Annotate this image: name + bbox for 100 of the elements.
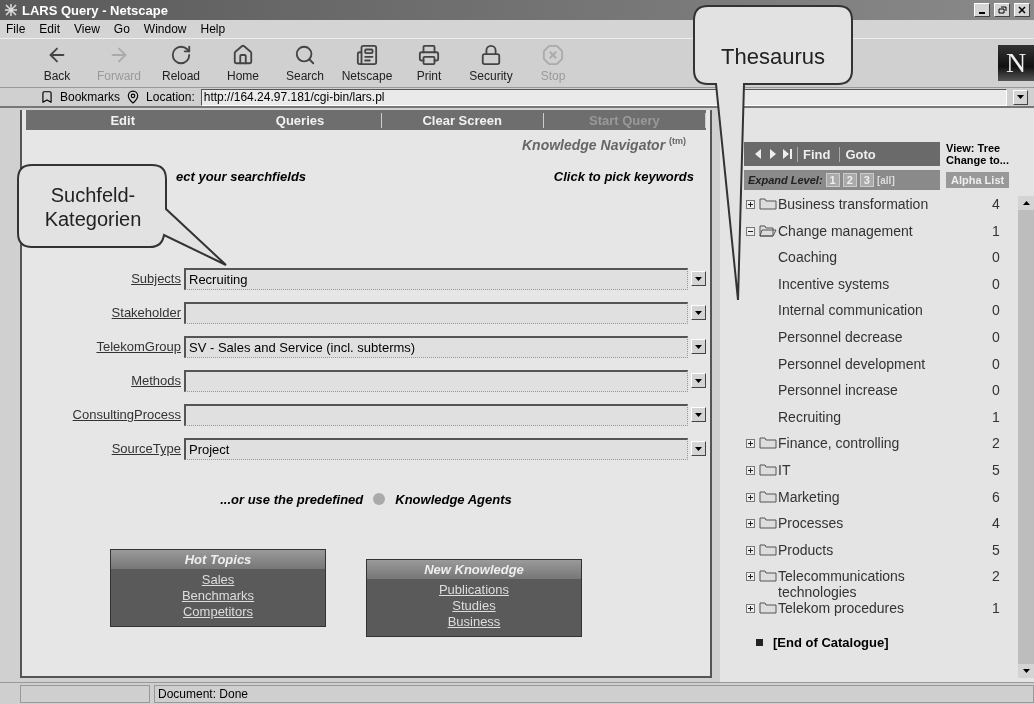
nav-link[interactable]: Goto bbox=[839, 146, 881, 162]
address-field[interactable]: http://164.24.97.181/cgi-bin/lars.pl bbox=[200, 88, 1007, 106]
menu-item[interactable]: File bbox=[6, 22, 26, 36]
home-icon bbox=[232, 43, 254, 66]
close-button[interactable] bbox=[1014, 3, 1030, 17]
thesaurus-term[interactable]: Personnel decrease bbox=[778, 328, 938, 345]
dropdown-button[interactable] bbox=[691, 305, 706, 321]
thesaurus-term[interactable]: Coaching bbox=[778, 249, 938, 266]
menu-item[interactable]: Go bbox=[113, 22, 130, 36]
nav-link[interactable]: Queries bbox=[219, 112, 382, 128]
menu-item[interactable]: Window bbox=[143, 22, 187, 36]
thesaurus-term[interactable]: Internal communication bbox=[778, 302, 938, 319]
menu-item[interactable]: Edit bbox=[39, 22, 61, 36]
item-count: 0 bbox=[992, 302, 1001, 319]
restore-button[interactable] bbox=[994, 3, 1010, 17]
agent-panel-title: Hot Topics bbox=[111, 549, 325, 569]
agent-link[interactable]: Competitors bbox=[182, 603, 254, 620]
dropdown-button[interactable] bbox=[691, 339, 706, 355]
item-count: 1 bbox=[992, 222, 1001, 239]
agent-link[interactable]: Publications bbox=[438, 581, 510, 598]
toolbar-button[interactable]: Home bbox=[216, 43, 270, 83]
agent-link[interactable]: Studies bbox=[452, 597, 496, 614]
nav-link[interactable]: Clear Screen bbox=[381, 112, 544, 128]
change-view-label: Change to... bbox=[946, 154, 1009, 166]
collapse-icon[interactable] bbox=[746, 226, 755, 236]
toolbar-button[interactable]: Netscape bbox=[340, 43, 394, 83]
field-label-link[interactable]: Subjects bbox=[26, 271, 181, 287]
thesaurus-category[interactable]: Telecommunications technologies bbox=[778, 568, 948, 601]
menu-item[interactable]: Help bbox=[200, 22, 226, 36]
expand-icon[interactable] bbox=[746, 200, 755, 209]
toolbar-button[interactable]: Back bbox=[30, 43, 84, 83]
folder-icon bbox=[759, 196, 777, 210]
close-icon bbox=[1018, 6, 1026, 14]
minimize-button[interactable] bbox=[974, 3, 990, 17]
expand-icon[interactable] bbox=[746, 572, 755, 582]
item-count: 0 bbox=[992, 249, 1001, 266]
brand-text: Knowledge Navigator $^{(tm)}$ bbox=[521, 136, 686, 153]
select-field[interactable] bbox=[184, 403, 688, 426]
agent-link[interactable]: Benchmarks bbox=[181, 587, 255, 604]
item-count: 4 bbox=[992, 515, 1001, 532]
thesaurus-category[interactable]: IT bbox=[778, 461, 948, 478]
thesaurus-category[interactable]: Change management bbox=[778, 222, 948, 239]
scroll-up-icon[interactable] bbox=[1022, 201, 1030, 205]
dropdown-button[interactable] bbox=[1013, 89, 1028, 105]
stop-icon bbox=[542, 43, 564, 66]
field-label-link[interactable]: Stakeholder bbox=[26, 305, 181, 321]
nav-link[interactable]: Edit bbox=[26, 112, 220, 128]
thesaurus-term[interactable]: Recruiting bbox=[778, 408, 938, 425]
expand-icon[interactable] bbox=[746, 439, 755, 449]
toolbar-button[interactable]: Reload bbox=[154, 43, 208, 83]
agent-link[interactable]: Business bbox=[447, 613, 501, 630]
nav-link[interactable]: Find bbox=[797, 146, 836, 162]
field-label-link[interactable]: SourceType bbox=[26, 441, 181, 457]
dropdown-button[interactable] bbox=[691, 373, 706, 389]
dropdown-button[interactable] bbox=[691, 441, 706, 457]
caret-icon bbox=[695, 446, 702, 451]
expand-icon[interactable] bbox=[746, 465, 755, 475]
toolbar-button[interactable]: Search bbox=[278, 43, 332, 83]
bookmarks-button[interactable]: Bookmarks bbox=[60, 90, 121, 104]
select-field[interactable]: Recruiting bbox=[184, 267, 688, 290]
thesaurus-term[interactable]: Personnel development bbox=[778, 355, 938, 372]
item-count: 5 bbox=[992, 541, 1001, 558]
folder-icon bbox=[759, 600, 777, 615]
item-count: 0 bbox=[992, 275, 1001, 292]
thesaurus-category[interactable]: Marketing bbox=[778, 488, 948, 505]
thesaurus-term[interactable]: Personnel increase bbox=[778, 382, 938, 399]
toolbar-button[interactable]: Print bbox=[402, 43, 456, 83]
expand-icon[interactable] bbox=[746, 604, 755, 614]
thesaurus-category[interactable]: Telekom procedures bbox=[778, 600, 948, 617]
caret-icon bbox=[695, 412, 702, 417]
next-icon[interactable] bbox=[767, 147, 778, 161]
menu-item[interactable]: View bbox=[74, 22, 100, 36]
thesaurus-term[interactable]: Incentive systems bbox=[778, 275, 938, 292]
expand-icon[interactable] bbox=[746, 492, 755, 502]
bullet-icon bbox=[756, 638, 763, 646]
expand-icon[interactable] bbox=[746, 519, 755, 529]
toolbar-button[interactable]: Security bbox=[464, 43, 518, 83]
folder-icon bbox=[759, 541, 777, 556]
select-field[interactable] bbox=[184, 369, 688, 392]
thesaurus-category[interactable]: Finance, controlling bbox=[778, 435, 948, 452]
select-field[interactable]: SV - Sales and Service (incl. subterms) bbox=[184, 335, 688, 358]
callout-text: Thesaurus bbox=[720, 44, 826, 71]
search-icon bbox=[294, 43, 316, 66]
field-label-link[interactable]: TelekomGroup bbox=[26, 339, 181, 355]
field-label-link[interactable]: ConsultingProcess bbox=[26, 407, 181, 423]
select-field[interactable]: Project bbox=[184, 437, 688, 460]
item-count: 1 bbox=[992, 408, 1001, 425]
last-icon[interactable] bbox=[782, 147, 793, 161]
expand-icon[interactable] bbox=[746, 545, 755, 555]
agent-link[interactable]: Sales bbox=[201, 571, 235, 588]
dropdown-button[interactable] bbox=[691, 407, 706, 423]
field-label-link[interactable]: Methods bbox=[26, 373, 181, 389]
thesaurus-category[interactable]: Business transformation bbox=[778, 196, 948, 212]
item-count: 0 bbox=[992, 328, 1001, 345]
thesaurus-category[interactable]: Products bbox=[778, 541, 948, 558]
select-field[interactable] bbox=[184, 301, 688, 324]
scroll-down-icon[interactable] bbox=[1022, 669, 1030, 673]
scrollbar[interactable] bbox=[1018, 196, 1034, 678]
dropdown-button[interactable] bbox=[691, 271, 706, 287]
thesaurus-category[interactable]: Processes bbox=[778, 515, 948, 532]
